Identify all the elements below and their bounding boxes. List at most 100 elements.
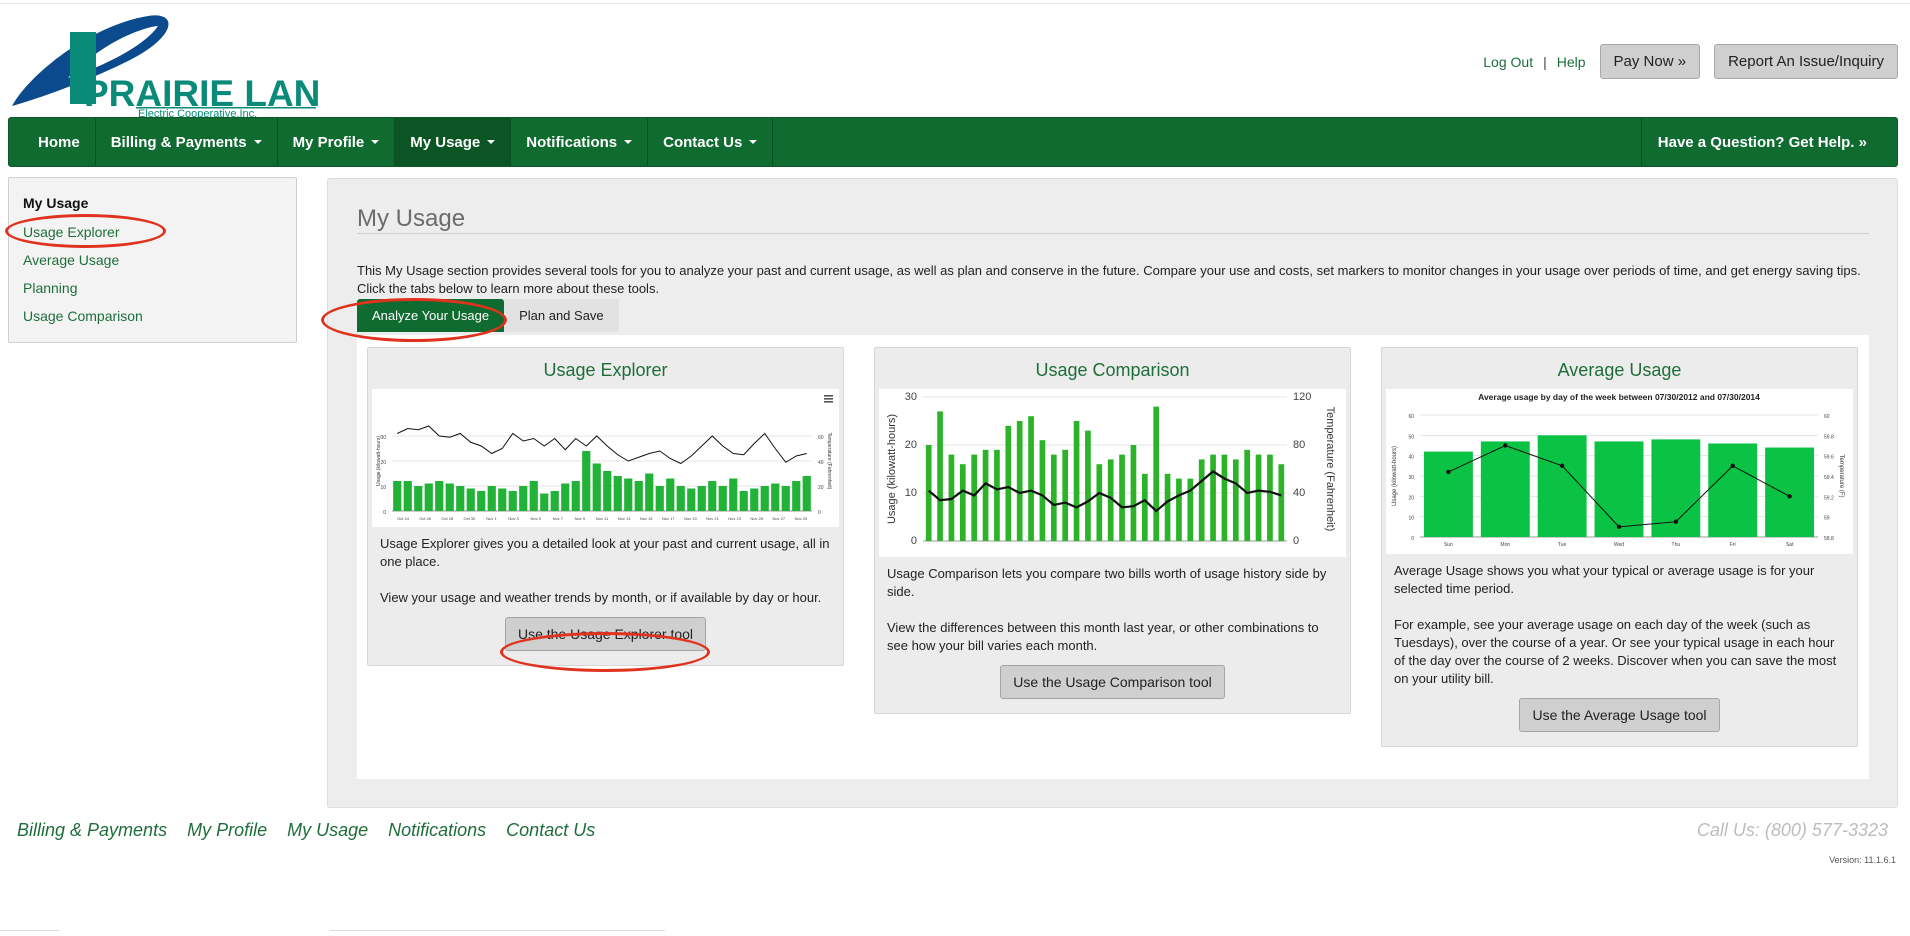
temperature-point: [1730, 463, 1735, 469]
average-usage-tool-button[interactable]: Use the Average Usage tool: [1519, 698, 1720, 732]
tab-analyze-your-usage[interactable]: Analyze Your Usage: [357, 299, 505, 332]
bar: [1480, 441, 1530, 537]
x-tick-label: Nov 19: [684, 516, 697, 521]
footer-link-contact[interactable]: Contact Us: [506, 820, 595, 841]
nav-notifications-label: Notifications: [526, 133, 618, 151]
y-tick-label: 10: [905, 487, 917, 499]
usage-comparison-chart[interactable]: 0 10 20 30 0 40 80 120 Usage (kilowatt-hours) Tem…: [879, 389, 1346, 557]
footer-links: Billing & Payments My Profile My Usage N…: [17, 820, 595, 841]
nav-profile-label: My Profile: [292, 133, 365, 151]
bar: [771, 483, 780, 511]
temperature-line: [927, 470, 1282, 513]
y-tick-label: 20: [905, 439, 917, 451]
temperature-point: [1616, 524, 1622, 530]
usage-explorer-tool-button[interactable]: Use the Usage Explorer tool: [504, 617, 707, 651]
sidebar-item-usage-comparison[interactable]: Usage Comparison: [23, 308, 296, 324]
nav-notifications[interactable]: Notifications: [511, 118, 649, 166]
y-tick-label: 50: [1408, 434, 1414, 440]
bar: [550, 491, 559, 511]
bar: [1267, 454, 1273, 541]
bar: [1016, 421, 1023, 541]
footer-link-notifications[interactable]: Notifications: [388, 820, 486, 841]
temperature-point: [1559, 463, 1565, 469]
bar: [529, 481, 538, 511]
x-tick-label: Nov 9: [575, 516, 586, 521]
nav-my-usage[interactable]: My Usage: [395, 118, 512, 166]
y-axis-label: Usage (kilowatt-hours): [376, 436, 382, 486]
footer-link-billing[interactable]: Billing & Payments: [17, 820, 167, 841]
y2-tick-label: 59.2: [1824, 495, 1834, 501]
report-issue-button[interactable]: Report An Issue/Inquiry: [1714, 44, 1898, 79]
nav-my-profile[interactable]: My Profile: [278, 118, 396, 166]
y2-tick-label: 59.6: [1824, 455, 1834, 461]
bar: [1141, 473, 1148, 541]
nav-usage-label: My Usage: [410, 133, 481, 151]
bar: [1050, 454, 1057, 541]
bar: [498, 488, 507, 511]
page-title: My Usage: [357, 205, 466, 232]
bar: [959, 464, 966, 541]
prairie-land-logo[interactable]: PRAIRIE LAND Electric Cooperative,Inc.: [8, 6, 318, 118]
y-tick-label: 10: [1408, 516, 1414, 522]
sidebar-item-average-usage[interactable]: Average Usage: [23, 252, 296, 268]
y2-tick-label: 40: [818, 460, 824, 466]
nav-contact-us[interactable]: Contact Us: [648, 118, 774, 166]
bar: [414, 486, 423, 511]
chart-title: Average usage by day of the week between…: [1478, 392, 1760, 402]
sidebar-item-usage-explorer[interactable]: Usage Explorer: [23, 224, 296, 240]
y-tick-label: 0: [383, 510, 386, 516]
bar: [781, 486, 790, 511]
bar: [466, 488, 475, 511]
nav-home[interactable]: Home: [9, 118, 96, 166]
bar: [1153, 406, 1160, 541]
bar: [540, 493, 549, 511]
caret-down-icon: [749, 140, 758, 144]
average-usage-chart[interactable]: Average usage by day of the week between…: [1386, 389, 1853, 554]
help-link[interactable]: Help: [1557, 54, 1586, 70]
sidebar-item-planning[interactable]: Planning: [23, 280, 296, 296]
bar: [445, 483, 454, 511]
x-tick-label: Nov 17: [662, 516, 675, 521]
bar: [613, 476, 622, 511]
usage-explorer-chart[interactable]: 01020300204060Oct 24 Oct 26 Oct 28 Oct 30 No…: [372, 389, 839, 527]
card-button-wrap: Use the Average Usage tool: [1382, 688, 1857, 746]
bar: [982, 449, 989, 541]
card-average-usage: Average Usage Average usage by day of th…: [1381, 347, 1858, 747]
bar: [424, 483, 433, 511]
x-tick-label: Thu: [1672, 542, 1681, 548]
logout-link[interactable]: Log Out: [1483, 54, 1533, 70]
bar: [1164, 473, 1171, 541]
usage-comparison-tool-button[interactable]: Use the Usage Comparison tool: [1000, 665, 1225, 699]
pay-now-button[interactable]: Pay Now »: [1599, 44, 1701, 79]
footer-link-usage[interactable]: My Usage: [287, 820, 368, 841]
nav-billing-payments[interactable]: Billing & Payments: [96, 118, 278, 166]
y-tick-label: 0: [1411, 536, 1414, 542]
title-divider: [357, 233, 1869, 234]
chart-menu-icon[interactable]: [824, 395, 833, 403]
bar: [739, 491, 748, 511]
y-axis-label: Usage (kilowatt-hours): [886, 414, 898, 524]
bar: [937, 411, 943, 541]
tab-panel: Usage Explorer 0 10 20 30 0 20 40 60 Oct 24 Oct 2…: [357, 335, 1869, 779]
bottom-rule: [0, 930, 60, 931]
y2-tick-label: 120: [1293, 391, 1311, 403]
footer-link-profile[interactable]: My Profile: [187, 820, 267, 841]
card-description-2: For example, see your average usage on e…: [1394, 617, 1837, 686]
y-axis-label: Usage (kilowatt-hours): [1392, 446, 1398, 506]
bar: [1594, 441, 1644, 537]
bar: [676, 486, 685, 511]
card-title: Usage Explorer: [543, 360, 668, 380]
tab-plan-and-save[interactable]: Plan and Save: [504, 299, 619, 332]
bar: [1130, 445, 1137, 541]
bar: [645, 473, 654, 511]
nav-get-help[interactable]: Have a Question? Get Help. »: [1642, 118, 1897, 166]
bar: [802, 476, 811, 511]
bar: [1062, 449, 1069, 541]
bar: [477, 491, 486, 511]
y2-tick-label: 80: [1293, 439, 1305, 451]
version-text: Version: 11.1.6.1: [1829, 855, 1896, 865]
nav-home-label: Home: [38, 133, 80, 151]
bar: [403, 481, 412, 511]
temperature-point: [1673, 519, 1679, 524]
bar: [1039, 440, 1046, 541]
